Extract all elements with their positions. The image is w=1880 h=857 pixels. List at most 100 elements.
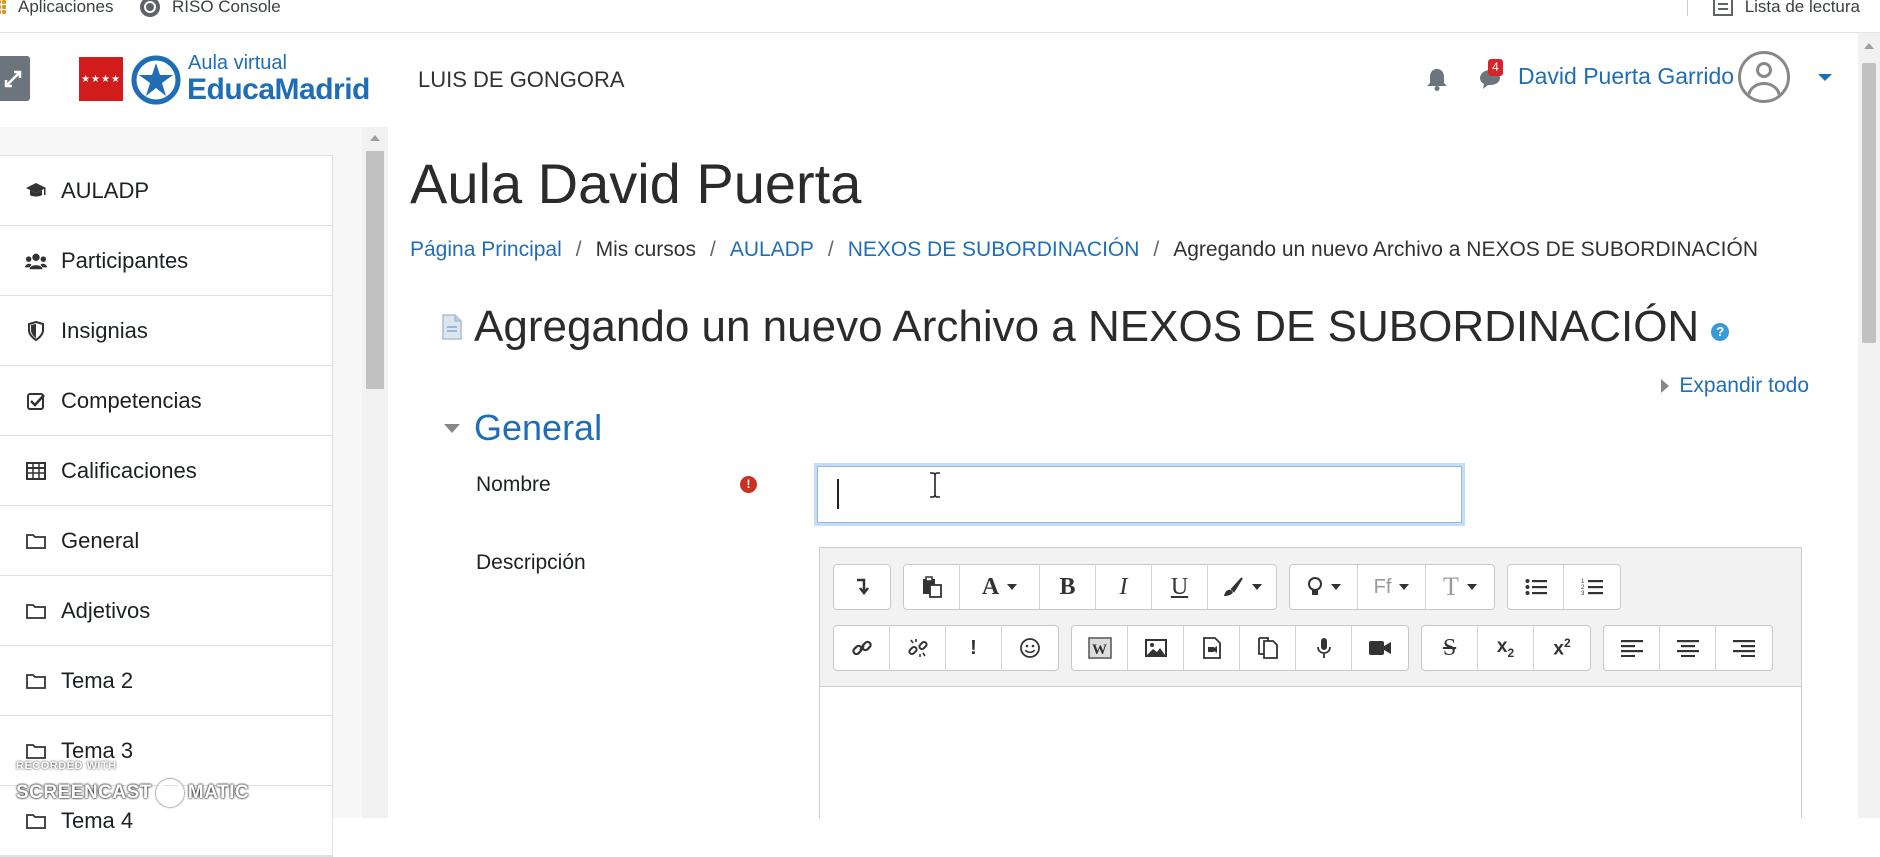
page-title: Aula David Puerta <box>410 152 862 215</box>
breadcrumb-separator: / <box>575 238 582 261</box>
toolbar-group: 123 <box>1507 564 1621 610</box>
font-size-button[interactable]: T <box>1426 565 1494 609</box>
page-scrollbar[interactable] <box>1858 33 1880 818</box>
toolbar-group: Ff T <box>1289 564 1495 610</box>
folder-icon <box>25 810 47 832</box>
sidebar-item-insignias[interactable]: Insignias <box>0 296 332 366</box>
font-color-button[interactable]: A <box>960 565 1040 609</box>
files-icon <box>1257 637 1278 659</box>
superscript-button[interactable]: x2 <box>1534 626 1590 670</box>
drawer-toggle-button[interactable] <box>0 56 30 101</box>
section-title: General <box>474 407 603 448</box>
page-heading: Agregando un nuevo Archivo a NEXOS DE SU… <box>442 302 1730 352</box>
highlight-button[interactable] <box>1208 565 1276 609</box>
no-autolink-button[interactable]: ! <box>946 626 1002 670</box>
folder-icon <box>25 530 47 552</box>
align-right-button[interactable] <box>1716 626 1772 670</box>
wiris-button[interactable]: W <box>1072 626 1128 670</box>
sidebar-item-participantes[interactable]: Participantes <box>0 226 332 296</box>
section-general-header[interactable]: General <box>444 407 602 449</box>
breadcrumb-item-home[interactable]: Página Principal <box>410 238 562 262</box>
reading-list[interactable]: Lista de lectura <box>1712 0 1860 17</box>
sidebar-scrollbar-thumb[interactable] <box>366 151 384 389</box>
sidebar-item-tema-2[interactable]: Tema 2 <box>0 646 332 716</box>
user-menu-caret-icon[interactable] <box>1818 74 1832 81</box>
strikethrough-button[interactable]: S <box>1422 626 1478 670</box>
video-camera-icon <box>1369 641 1391 655</box>
record-video-button[interactable] <box>1352 626 1408 670</box>
tips-button[interactable] <box>1290 565 1358 609</box>
link-button[interactable] <box>834 626 890 670</box>
paste-icon <box>922 576 942 598</box>
educamadrid-logo-icon[interactable] <box>131 55 181 105</box>
italic-button[interactable]: I <box>1096 565 1152 609</box>
scroll-up-icon[interactable] <box>370 135 380 141</box>
logo-educamadrid[interactable]: EducaMadrid <box>187 73 370 107</box>
media-button[interactable] <box>1184 626 1240 670</box>
image-button[interactable] <box>1128 626 1184 670</box>
toolbar-group: ! <box>833 625 1059 671</box>
reading-list-label: Lista de lectura <box>1744 0 1860 16</box>
sidebar-item-adjetivos[interactable]: Adjetivos <box>0 576 332 646</box>
align-center-icon <box>1676 640 1699 657</box>
svg-text:3: 3 <box>1581 591 1585 597</box>
sidebar-item-label: Participantes <box>61 247 189 273</box>
paste-button[interactable] <box>904 565 960 609</box>
screencast-o-matic-watermark: SCREENCAST MATIC <box>16 779 249 807</box>
scroll-up-icon[interactable] <box>1864 43 1874 49</box>
bell-icon[interactable] <box>1426 67 1448 91</box>
underline-button[interactable]: U <box>1152 565 1208 609</box>
sidebar-item-tema-3[interactable]: Tema 3 <box>0 716 332 786</box>
exclamation-icon: ! <box>970 636 977 659</box>
emoticon-button[interactable] <box>1002 626 1058 670</box>
bookmark-apps[interactable]: Aplicaciones <box>0 0 113 17</box>
sidebar-item-label: AULADP <box>61 177 150 203</box>
text-size-icon: T <box>1443 572 1459 601</box>
page-scrollbar-thumb[interactable] <box>1862 63 1876 343</box>
align-center-button[interactable] <box>1660 626 1716 670</box>
sidebar-item-label: Insignias <box>61 317 148 343</box>
align-left-button[interactable] <box>1604 626 1660 670</box>
font-family-button[interactable]: Ff <box>1358 565 1426 609</box>
superscript-icon: x2 <box>1553 635 1571 660</box>
sidebar-item-competencias[interactable]: Competencias <box>0 366 332 436</box>
nombre-input[interactable] <box>817 466 1462 523</box>
sidebar-item-auladp[interactable]: AULADP <box>0 156 332 226</box>
record-audio-button[interactable] <box>1296 626 1352 670</box>
dropdown-arrow-icon <box>1330 584 1341 590</box>
bookmark-riso[interactable]: RISO Console <box>140 0 281 17</box>
collapse-toolbar-button[interactable] <box>834 565 890 609</box>
editor-content-area[interactable] <box>820 686 1801 819</box>
globe-icon <box>140 0 160 17</box>
folder-icon <box>25 600 47 622</box>
svg-text:W: W <box>1092 642 1107 658</box>
collapse-triangle-icon[interactable] <box>444 423 460 433</box>
sidebar-item-general[interactable]: General <box>0 506 332 576</box>
top-navbar: ★★★★ Aula virtual EducaMadrid LUIS DE GO… <box>0 33 1858 127</box>
ordered-list-button[interactable]: 123 <box>1564 565 1620 609</box>
subscript-button[interactable]: x2 <box>1478 626 1534 670</box>
toolbar-group: W <box>1071 625 1409 671</box>
breadcrumb-item-section[interactable]: NEXOS DE SUBORDINACIÓN <box>848 238 1140 262</box>
bold-button[interactable]: B <box>1040 565 1096 609</box>
unlink-button[interactable] <box>890 626 946 670</box>
site-name[interactable]: LUIS DE GONGORA <box>418 67 625 93</box>
bookmark-riso-label: RISO Console <box>172 0 281 16</box>
dropdown-arrow-icon <box>1466 584 1477 590</box>
user-menu-name[interactable]: David Puerta Garrido <box>1518 63 1734 90</box>
expand-all-link[interactable]: Expandir todo <box>1661 374 1809 398</box>
avatar[interactable] <box>1738 51 1790 103</box>
folder-icon <box>25 670 47 692</box>
sidebar-item-label: Tema 4 <box>61 807 134 833</box>
bookmark-apps-label: Aplicaciones <box>18 0 114 16</box>
help-icon[interactable]: ? <box>1711 323 1730 341</box>
sidebar-item-calificaciones[interactable]: Calificaciones <box>0 436 332 506</box>
unordered-list-button[interactable] <box>1508 565 1564 609</box>
breadcrumb-item-course[interactable]: AULADP <box>730 238 814 262</box>
descripcion-label: Descripción <box>476 551 586 574</box>
sidebar-scrollbar[interactable] <box>362 127 388 818</box>
manage-files-button[interactable] <box>1240 626 1296 670</box>
page-heading-text: Agregando un nuevo Archivo a NEXOS DE SU… <box>474 302 1700 351</box>
numbered-list-icon: 123 <box>1581 579 1603 597</box>
watermark-left: SCREENCAST <box>16 782 152 803</box>
